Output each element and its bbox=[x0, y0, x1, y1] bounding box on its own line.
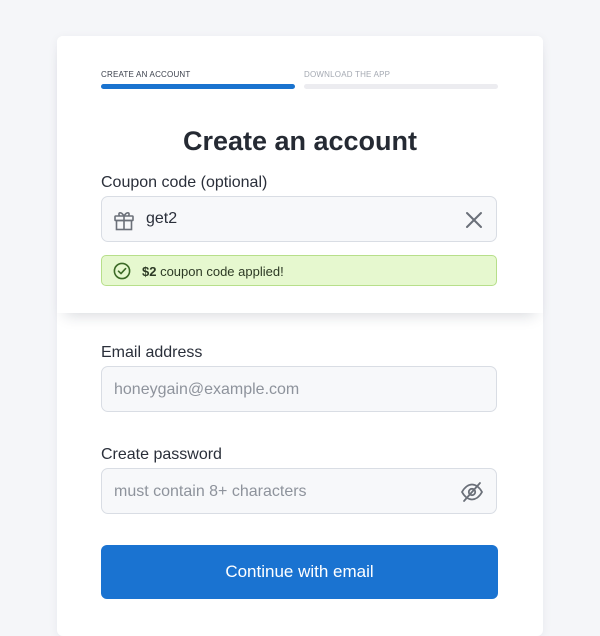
coupon-panel: CREATE AN ACCOUNT DOWNLOAD THE APP Creat… bbox=[57, 36, 543, 313]
close-icon[interactable] bbox=[464, 210, 484, 230]
gift-icon bbox=[114, 212, 134, 231]
email-label: Email address bbox=[101, 344, 203, 361]
coupon-label: Coupon code (optional) bbox=[101, 174, 268, 191]
password-field[interactable]: must contain 8+ characters bbox=[101, 468, 497, 514]
step-label: DOWNLOAD THE APP bbox=[304, 70, 391, 79]
eye-off-icon[interactable] bbox=[460, 481, 484, 503]
continue-with-email-button[interactable]: Continue with email bbox=[101, 545, 498, 599]
page-title: Create an account bbox=[182, 126, 418, 156]
coupon-success-banner: $2 coupon code applied! bbox=[101, 255, 497, 286]
step-label: CREATE AN ACCOUNT bbox=[101, 70, 191, 79]
check-circle-icon bbox=[113, 262, 131, 280]
email-placeholder: honeygain@example.com bbox=[114, 381, 300, 398]
coupon-value: get2 bbox=[146, 210, 178, 227]
coupon-field[interactable]: get2 bbox=[101, 196, 497, 242]
coupon-success-message: $2 coupon code applied! bbox=[142, 264, 284, 279]
step-create-account: CREATE AN ACCOUNT bbox=[101, 70, 295, 89]
password-label: Create password bbox=[101, 446, 222, 463]
email-field[interactable]: honeygain@example.com bbox=[101, 366, 497, 412]
coupon-success-text: coupon code applied! bbox=[156, 264, 284, 279]
coupon-amount: $2 bbox=[142, 264, 157, 279]
step-download-app: DOWNLOAD THE APP bbox=[304, 70, 498, 89]
step-progress-bar bbox=[101, 84, 295, 89]
step-progress-bar bbox=[304, 84, 498, 89]
password-placeholder: must contain 8+ characters bbox=[114, 483, 307, 500]
